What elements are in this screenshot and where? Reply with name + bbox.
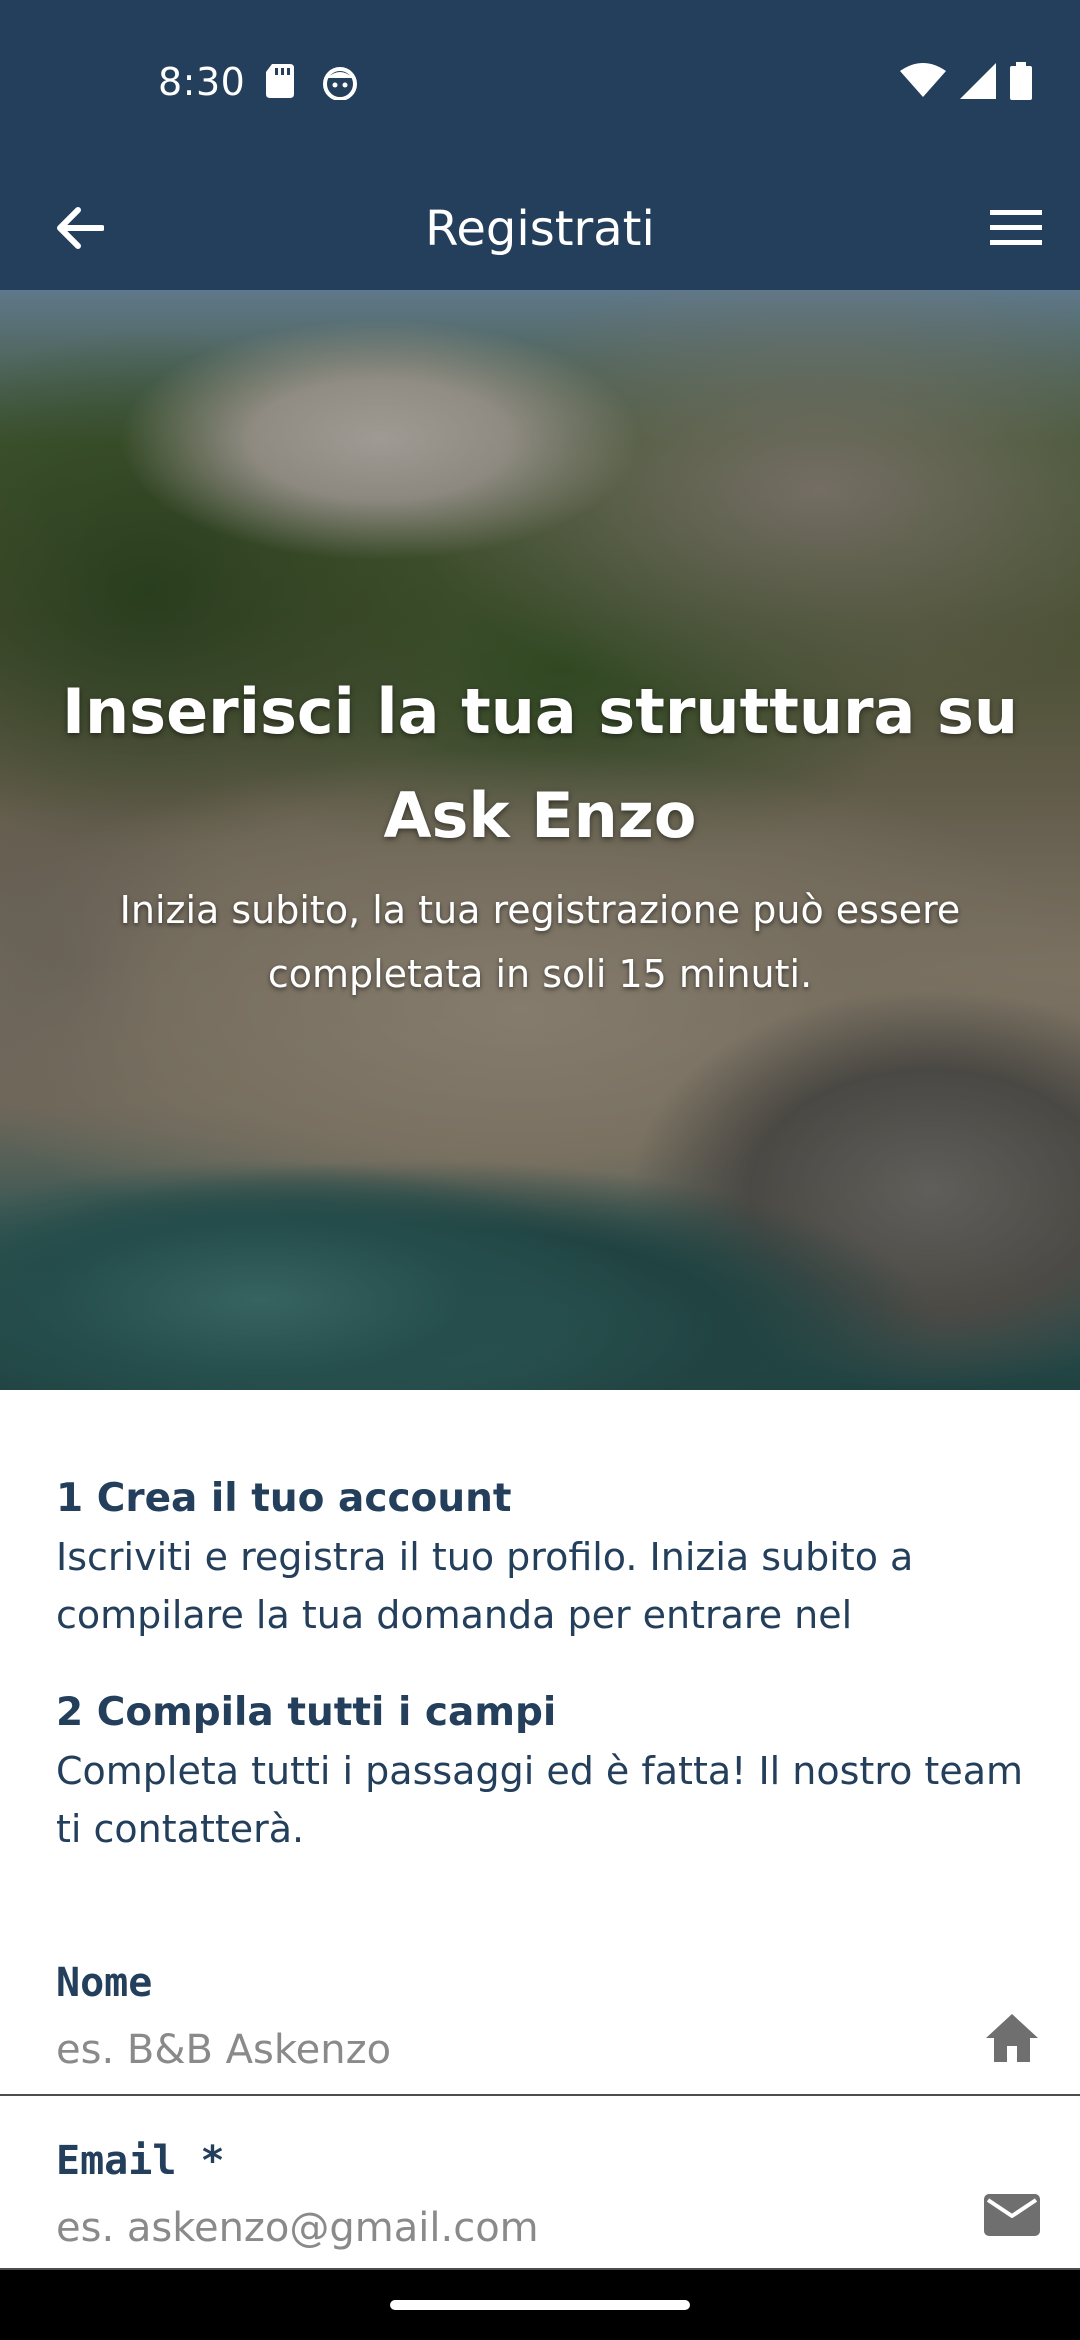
name-input[interactable] — [56, 2020, 936, 2080]
cellular-signal-icon — [960, 63, 996, 103]
wifi-icon — [900, 63, 946, 103]
status-icons — [900, 62, 1032, 104]
mail-icon — [984, 2194, 1040, 2236]
hero-banner: Inserisci la tua struttura su Ask Enzo I… — [0, 290, 1080, 1390]
step-title: 1 Crea il tuo account — [56, 1476, 512, 1521]
name-field: Nome — [0, 1950, 1080, 2096]
step-item: 2 Compila tutti i campi Completa tutti i… — [56, 1684, 1024, 1858]
step-item: 1 Crea il tuo account Iscriviti e regist… — [56, 1470, 1024, 1644]
home-gesture-handle[interactable] — [390, 2300, 690, 2310]
sd-card-icon — [266, 64, 294, 98]
hamburger-menu-icon — [990, 210, 1042, 245]
status-time: 8:30 — [158, 60, 246, 104]
home-icon — [986, 2014, 1038, 2062]
email-input[interactable] — [56, 2196, 936, 2260]
step-description: Iscriviti e registra il tuo profilo. Ini… — [56, 1535, 914, 1637]
email-field: Email * — [0, 2098, 1080, 2270]
menu-button[interactable] — [976, 188, 1056, 268]
notification-face-icon — [322, 64, 358, 101]
app-bar: Registrati — [0, 168, 1080, 290]
status-bar: 8:30 — [0, 0, 1080, 168]
back-button[interactable] — [40, 188, 120, 268]
step-title: 2 Compila tutti i campi — [56, 1690, 557, 1735]
name-label: Nome — [56, 1960, 153, 2006]
email-label: Email * — [56, 2138, 225, 2184]
hero-title: Inserisci la tua struttura su Ask Enzo — [61, 675, 1019, 852]
registration-steps: 1 Crea il tuo account Iscriviti e regist… — [56, 1470, 1024, 1858]
page-title: Registrati — [425, 201, 655, 257]
arrow-left-icon — [57, 207, 104, 249]
step-description: Completa tutti i passaggi ed è fatta! Il… — [56, 1749, 1024, 1851]
battery-icon — [1010, 62, 1032, 104]
hero-subtitle: Inizia subito, la tua registrazione può … — [119, 888, 961, 996]
system-navigation-bar — [0, 2270, 1080, 2340]
